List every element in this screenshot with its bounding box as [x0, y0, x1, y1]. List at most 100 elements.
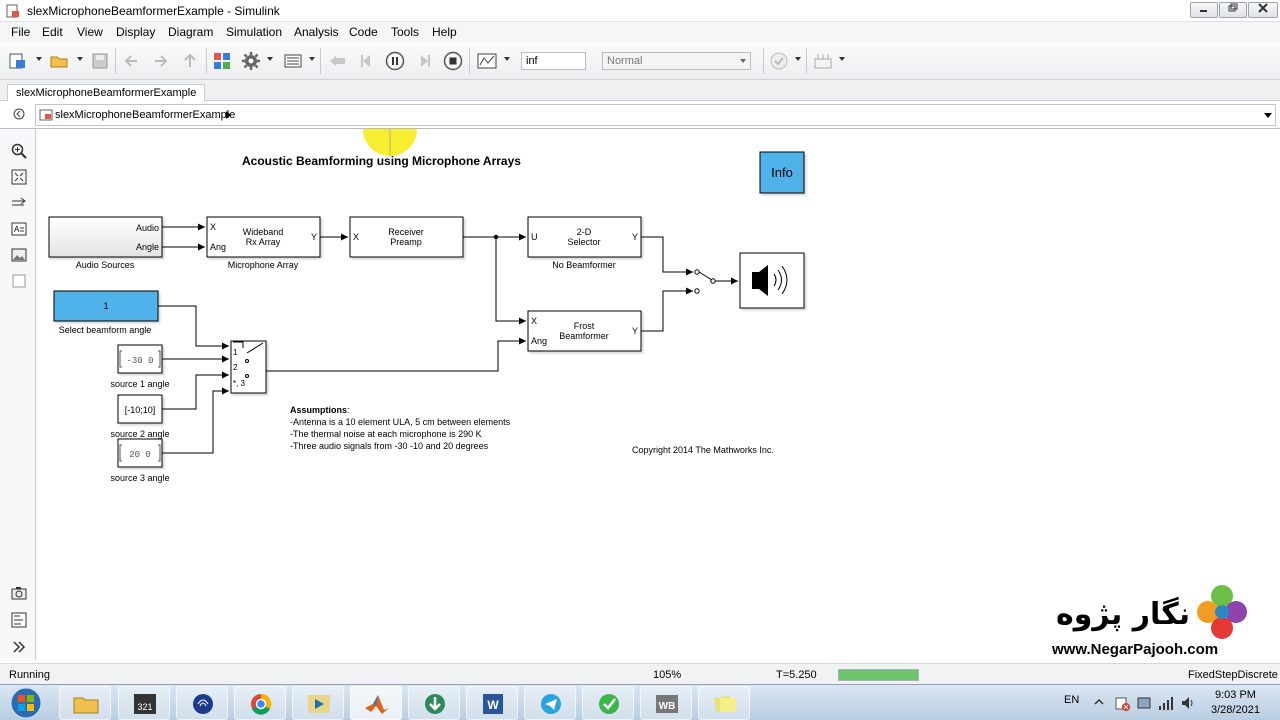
- workbench-icon: WB: [656, 695, 678, 713]
- volume-icon[interactable]: [1180, 695, 1196, 711]
- step-back-button[interactable]: [357, 51, 377, 71]
- audio-sources-block[interactable]: Audio Angle: [48, 216, 163, 258]
- taskbar-vpn[interactable]: [582, 686, 634, 720]
- selector-block[interactable]: U Y 2-D Selector: [527, 216, 642, 258]
- taskbar-workbench[interactable]: WB: [640, 686, 692, 720]
- no-beamformer-label: No Beamformer: [552, 260, 616, 270]
- build-button[interactable]: [813, 51, 833, 71]
- menu-edit[interactable]: Edit: [42, 25, 63, 39]
- menu-help[interactable]: Help: [432, 25, 457, 39]
- area-icon[interactable]: [11, 273, 27, 289]
- up-button[interactable]: [180, 51, 200, 71]
- open-button[interactable]: [49, 51, 69, 71]
- audio-device-writer-block[interactable]: [739, 252, 805, 309]
- taskbar-word[interactable]: W: [466, 686, 518, 720]
- menu-code[interactable]: Code: [349, 25, 378, 39]
- menu-analysis[interactable]: Analysis: [294, 25, 339, 39]
- arrow-left-icon: [124, 55, 137, 67]
- source2-constant[interactable]: [-10;10]: [117, 394, 163, 424]
- new-model-button[interactable]: [8, 51, 28, 71]
- taskbar-telegram[interactable]: [524, 686, 576, 720]
- screenshot-icon[interactable]: [11, 585, 27, 601]
- microphone-array-block[interactable]: X Ang Y Wideband Rx Array: [206, 216, 321, 258]
- stop-button[interactable]: [443, 51, 463, 71]
- step-back-config-button[interactable]: [327, 51, 347, 71]
- taskbar-video-player[interactable]: [292, 686, 344, 720]
- hide-explorer-icon[interactable]: [13, 108, 25, 120]
- taskbar-explorer[interactable]: [59, 686, 111, 720]
- save-button[interactable]: [90, 51, 110, 71]
- minimize-button[interactable]: [1190, 2, 1218, 18]
- breadcrumb-arrow-icon[interactable]: [226, 111, 231, 119]
- annotation-icon[interactable]: A: [11, 221, 27, 237]
- close-button[interactable]: [1248, 2, 1278, 18]
- tab-model[interactable]: slexMicrophoneBeamformerExample: [7, 84, 206, 101]
- data-inspector-button[interactable]: [477, 51, 497, 71]
- library-browser-button[interactable]: [212, 51, 232, 71]
- build-dropdown-icon[interactable]: [839, 57, 845, 61]
- info-block[interactable]: Info: [759, 151, 805, 194]
- taskbar-sticky-notes[interactable]: [698, 686, 750, 720]
- multiport-switch-block[interactable]: 1 2 *, 3: [230, 340, 267, 394]
- menu-simulation[interactable]: Simulation: [226, 25, 282, 39]
- source3-constant[interactable]: 20 0: [117, 438, 163, 468]
- model-browser-icon[interactable]: [11, 612, 27, 628]
- assumption-line-2: -The thermal noise at each microphone is…: [290, 429, 482, 439]
- show-hidden-icons-icon[interactable]: [1094, 697, 1104, 707]
- new-dropdown-icon[interactable]: [36, 57, 42, 61]
- breadcrumb-model[interactable]: slexMicrophoneBeamformerExample: [55, 109, 235, 121]
- menu-file[interactable]: File: [11, 25, 30, 39]
- step-forward-button[interactable]: [414, 51, 434, 71]
- arrow-right-icon: [155, 55, 168, 67]
- angle-port-label: Angle: [136, 242, 159, 252]
- config-dropdown-icon[interactable]: [267, 57, 273, 61]
- taskbar-idm[interactable]: [408, 686, 460, 720]
- pause-button[interactable]: [385, 51, 405, 71]
- frost-beamformer-block[interactable]: X Ang Y Frost Beamformer: [527, 310, 642, 352]
- clock-time[interactable]: 9:03 PM: [1215, 689, 1256, 701]
- arrow-right-icon[interactable]: [11, 195, 27, 211]
- menu-view[interactable]: View: [77, 25, 103, 39]
- inspector-dropdown-icon[interactable]: [504, 57, 510, 61]
- back-button[interactable]: [122, 51, 142, 71]
- fit-to-view-icon[interactable]: [11, 169, 27, 185]
- taskbar-media-player[interactable]: 321: [118, 686, 170, 720]
- simulation-mode-select[interactable]: Normal: [602, 52, 751, 70]
- menu-diagram[interactable]: Diagram: [168, 25, 213, 39]
- forward-button[interactable]: [150, 51, 170, 71]
- taskbar-chrome[interactable]: [234, 686, 286, 720]
- clock-date[interactable]: 3/28/2021: [1211, 704, 1260, 716]
- media-player-icon: 321: [134, 694, 156, 714]
- taskbar-matlab[interactable]: [350, 686, 402, 720]
- menu-tools[interactable]: Tools: [391, 25, 419, 39]
- restore-button[interactable]: [1219, 2, 1247, 18]
- model-explorer-button[interactable]: [283, 51, 303, 71]
- explorer-dropdown-icon[interactable]: [309, 57, 315, 61]
- expand-icon[interactable]: [11, 639, 27, 655]
- language-indicator[interactable]: EN: [1064, 694, 1079, 706]
- watermark-text: نگار پژوه: [1056, 597, 1190, 632]
- menu-display[interactable]: Display: [116, 25, 155, 39]
- folder-open-icon: [50, 56, 68, 68]
- open-dropdown-icon[interactable]: [77, 57, 83, 61]
- svg-text:W: W: [487, 698, 499, 712]
- model-config-button[interactable]: [241, 51, 261, 71]
- windows-start-button[interactable]: [8, 687, 44, 719]
- stop-icon: [443, 51, 463, 71]
- network-icon[interactable]: [1158, 695, 1174, 711]
- source1-constant[interactable]: -30 0: [117, 344, 163, 374]
- receiver-preamp-block[interactable]: X Receiver Preamp: [349, 216, 464, 258]
- model-advisor-button[interactable]: [769, 51, 789, 71]
- action-center-icon[interactable]: [1114, 695, 1130, 711]
- stop-time-input[interactable]: [521, 52, 586, 70]
- image-icon[interactable]: [11, 247, 27, 263]
- frost-port-ang: Ang: [531, 336, 547, 346]
- library-browser-icon: [214, 53, 230, 69]
- manual-switch-block[interactable]: [694, 269, 716, 294]
- zoom-icon[interactable]: [11, 143, 27, 159]
- taskbar-fingerprint-app[interactable]: [176, 686, 228, 720]
- advisor-dropdown-icon[interactable]: [795, 57, 801, 61]
- breadcrumb-dropdown-icon[interactable]: [1264, 113, 1272, 118]
- tray-app-icon[interactable]: [1136, 695, 1152, 711]
- select-angle-constant[interactable]: 1: [53, 290, 159, 322]
